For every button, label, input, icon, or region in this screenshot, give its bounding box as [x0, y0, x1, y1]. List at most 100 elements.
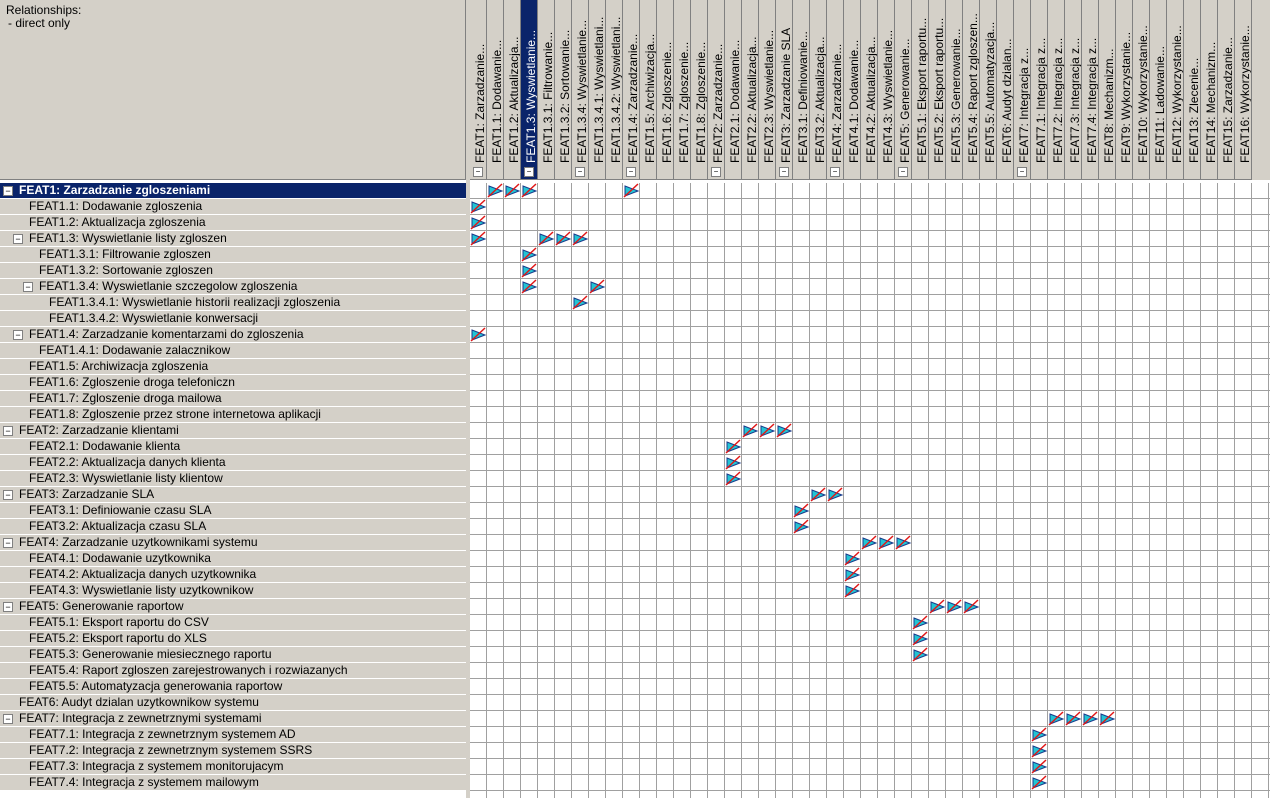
relationship-arrow-icon[interactable] — [589, 279, 606, 294]
column-header[interactable]: FEAT4.2: Aktualizacja... — [861, 0, 878, 180]
collapse-toggle-icon[interactable]: − — [626, 167, 636, 177]
column-header[interactable]: FEAT5.5: Automatyzacja... — [980, 0, 997, 180]
relationship-matrix[interactable] — [470, 183, 1270, 798]
collapse-toggle-icon[interactable]: − — [711, 167, 721, 177]
relationship-arrow-icon[interactable] — [912, 631, 929, 646]
column-header[interactable]: FEAT1.2: Aktualizacja... — [504, 0, 521, 180]
relationship-arrow-icon[interactable] — [470, 327, 487, 342]
relationship-arrow-icon[interactable] — [793, 519, 810, 534]
column-header[interactable]: FEAT5: Generowanie... − — [895, 0, 912, 180]
row-header[interactable]: FEAT1.3.4.2: Wyswietlanie konwersacji — [0, 311, 466, 327]
row-header[interactable]: FEAT5.1: Eksport raportu do CSV — [0, 615, 466, 631]
relationship-arrow-icon[interactable] — [810, 487, 827, 502]
relationship-arrow-icon[interactable] — [827, 487, 844, 502]
collapse-toggle-icon[interactable]: − — [3, 426, 13, 436]
row-header[interactable]: FEAT1.7: Zgloszenie droga mailowa — [0, 391, 466, 407]
collapse-toggle-icon[interactable]: − — [473, 167, 483, 177]
collapse-toggle-icon[interactable]: − — [13, 234, 23, 244]
row-header[interactable]: FEAT1.3.1: Filtrowanie zgloszen — [0, 247, 466, 263]
relationship-arrow-icon[interactable] — [521, 247, 538, 262]
row-header[interactable]: FEAT7.2: Integracja z zewnetrznym system… — [0, 743, 466, 759]
relationship-arrow-icon[interactable] — [470, 215, 487, 230]
relationship-arrow-icon[interactable] — [623, 183, 640, 198]
row-header[interactable]: FEAT7.1: Integracja z zewnetrznym system… — [0, 727, 466, 743]
relationship-arrow-icon[interactable] — [521, 183, 538, 198]
relationship-arrow-icon[interactable] — [555, 231, 572, 246]
relationship-arrow-icon[interactable] — [725, 471, 742, 486]
relationship-arrow-icon[interactable] — [1099, 711, 1116, 726]
column-header[interactable]: FEAT8: Mechanizm... — [1099, 0, 1116, 180]
collapse-toggle-icon[interactable]: − — [13, 330, 23, 340]
column-header[interactable]: FEAT15: Zarzadzanie... — [1218, 0, 1235, 180]
collapse-toggle-icon[interactable]: − — [575, 167, 585, 177]
column-header[interactable]: FEAT1.1: Dodawanie... — [487, 0, 504, 180]
column-header[interactable]: FEAT1.3.2: Sortowanie... — [555, 0, 572, 180]
row-header[interactable]: FEAT3.1: Definiowanie czasu SLA — [0, 503, 466, 519]
column-header[interactable]: FEAT12: Wykorzystanie... — [1167, 0, 1184, 180]
column-header[interactable]: FEAT1.4: Zarzadzanie... − — [623, 0, 640, 180]
row-header[interactable]: − FEAT1: Zarzadzanie zgloszeniami — [0, 183, 466, 199]
row-header[interactable]: FEAT4.3: Wyswietlanie listy uzytkownikow — [0, 583, 466, 599]
row-header[interactable]: FEAT5.3: Generowanie miesiecznego raport… — [0, 647, 466, 663]
row-header[interactable]: FEAT7.4: Integracja z systemem mailowym — [0, 775, 466, 791]
row-header[interactable]: FEAT5.5: Automatyzacja generowania rapor… — [0, 679, 466, 695]
column-header[interactable]: FEAT2: Zarzadzanie... − — [708, 0, 725, 180]
relationship-arrow-icon[interactable] — [946, 599, 963, 614]
column-header[interactable]: FEAT14: Mechanizm... — [1201, 0, 1218, 180]
column-header[interactable]: FEAT5.1: Eksport raportu... — [912, 0, 929, 180]
row-header[interactable]: FEAT1.3.2: Sortowanie zgloszen — [0, 263, 466, 279]
row-header[interactable]: FEAT1.3.4.1: Wyswietlanie historii reali… — [0, 295, 466, 311]
column-header[interactable]: FEAT1.5: Archiwizacja... — [640, 0, 657, 180]
collapse-toggle-icon[interactable]: − — [23, 282, 33, 292]
row-header[interactable]: − FEAT1.3.4: Wyswietlanie szczegolow zglo… — [0, 279, 466, 295]
relationship-arrow-icon[interactable] — [742, 423, 759, 438]
relationship-arrow-icon[interactable] — [1031, 775, 1048, 790]
row-header[interactable]: FEAT1.5: Archiwizacja zgloszenia — [0, 359, 466, 375]
relationship-arrow-icon[interactable] — [963, 599, 980, 614]
row-header[interactable]: FEAT5.4: Raport zgloszen zarejestrowanyc… — [0, 663, 466, 679]
column-header[interactable]: FEAT16: Wykorzystanie... — [1235, 0, 1252, 180]
relationship-arrow-icon[interactable] — [844, 567, 861, 582]
relationship-arrow-icon[interactable] — [572, 295, 589, 310]
column-header[interactable]: FEAT1.8: Zgloszenie... — [691, 0, 708, 180]
collapse-toggle-icon[interactable]: − — [3, 602, 13, 612]
relationship-arrow-icon[interactable] — [1031, 727, 1048, 742]
collapse-toggle-icon[interactable]: − — [3, 538, 13, 548]
relationship-arrow-icon[interactable] — [504, 183, 521, 198]
relationship-arrow-icon[interactable] — [878, 535, 895, 550]
row-header[interactable]: − FEAT1.4: Zarzadzanie komentarzami do zg… — [0, 327, 466, 343]
relationship-arrow-icon[interactable] — [1065, 711, 1082, 726]
column-header[interactable]: FEAT3: Zarzadzanie SLA − — [776, 0, 793, 180]
relationship-arrow-icon[interactable] — [844, 551, 861, 566]
column-header[interactable]: FEAT7: Integracja z... − — [1014, 0, 1031, 180]
collapse-toggle-icon[interactable]: − — [898, 167, 908, 177]
column-header[interactable]: FEAT4.1: Dodawanie... — [844, 0, 861, 180]
relationship-arrow-icon[interactable] — [470, 231, 487, 246]
row-header[interactable]: FEAT1.4.1: Dodawanie zalacznikow — [0, 343, 466, 359]
relationship-arrow-icon[interactable] — [470, 199, 487, 214]
column-header[interactable]: FEAT1: Zarzadzanie... − — [470, 0, 487, 180]
relationship-arrow-icon[interactable] — [572, 231, 589, 246]
column-header[interactable]: FEAT1.3.1: Filtrowanie... — [538, 0, 555, 180]
relationship-arrow-icon[interactable] — [487, 183, 504, 198]
relationship-arrow-icon[interactable] — [1031, 759, 1048, 774]
column-header[interactable]: FEAT7.1: Integracja z... — [1031, 0, 1048, 180]
row-header[interactable]: FEAT4.1: Dodawanie uzytkownika — [0, 551, 466, 567]
row-header[interactable]: − FEAT1.3: Wyswietlanie listy zgloszen — [0, 231, 466, 247]
row-header[interactable]: FEAT2.2: Aktualizacja danych klienta — [0, 455, 466, 471]
column-header[interactable]: FEAT1.7: Zgloszenie... — [674, 0, 691, 180]
row-header[interactable]: FEAT3.2: Aktualizacja czasu SLA — [0, 519, 466, 535]
column-header[interactable]: FEAT1.6: Zgloszenie... — [657, 0, 674, 180]
column-header[interactable]: FEAT13: Zlecenie... — [1184, 0, 1201, 180]
collapse-toggle-icon[interactable]: − — [524, 167, 534, 177]
column-header[interactable]: FEAT2.2: Aktualizacja... — [742, 0, 759, 180]
row-header[interactable]: − FEAT4: Zarzadzanie uzytkownikami system… — [0, 535, 466, 551]
relationship-arrow-icon[interactable] — [1048, 711, 1065, 726]
column-header[interactable]: FEAT5.4: Raport zgloszen... — [963, 0, 980, 180]
row-header[interactable]: − FEAT5: Generowanie raportow — [0, 599, 466, 615]
relationship-arrow-icon[interactable] — [521, 279, 538, 294]
column-header[interactable]: FEAT9: Wykorzystanie... — [1116, 0, 1133, 180]
row-header[interactable]: FEAT5.2: Eksport raportu do XLS — [0, 631, 466, 647]
relationship-arrow-icon[interactable] — [895, 535, 912, 550]
collapse-toggle-icon[interactable]: − — [779, 167, 789, 177]
